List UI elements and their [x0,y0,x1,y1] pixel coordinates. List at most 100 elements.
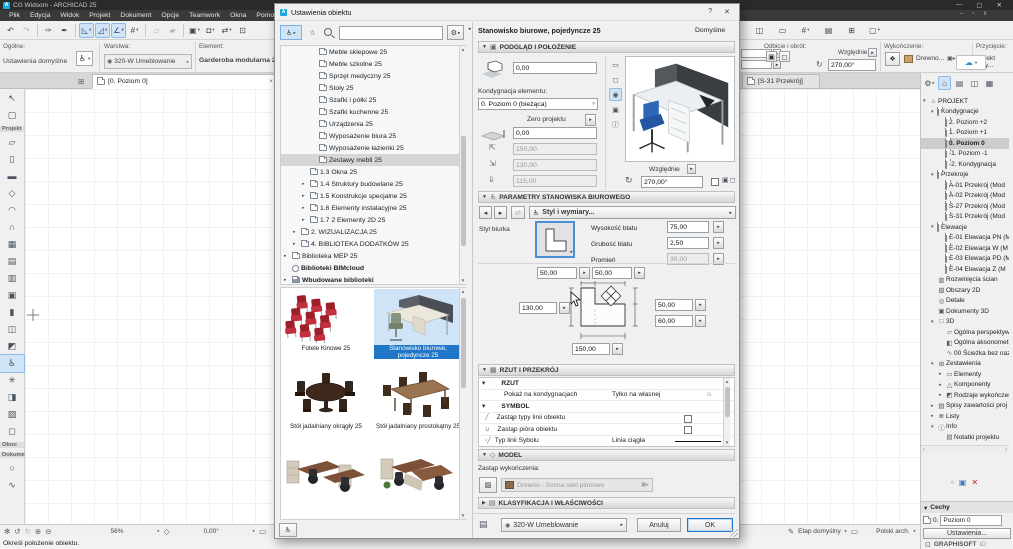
equipment-tool-icon[interactable]: ◨ [0,389,24,406]
railing-tool-icon[interactable]: ▥ [0,270,24,287]
library-tree-item[interactable]: 1.6 Elementy instalacyjne 25 [281,202,465,214]
thumbnail-rect-table[interactable]: Stół jadalniany prostokątny 25 [374,367,462,444]
thumbnail-workstation-quad[interactable] [374,445,462,520]
redo-zoom-icon[interactable]: ↻ [25,527,31,536]
story-field[interactable]: Poziom 0 [940,515,1002,526]
navigator-tree-item[interactable]: E-03 Elewacja PD (M [921,254,1009,265]
default-settings-button[interactable]: ♿ [76,51,93,66]
toolbar-icon[interactable] [75,24,76,37]
navigator-tree-item[interactable]: A-02 Przekrój (Mod [921,191,1009,202]
browse-mode-button[interactable]: ♿▸ [280,25,302,40]
doc-restore-icon[interactable]: ▫ [972,11,974,17]
search-input[interactable] [339,26,443,40]
scroll-up-icon[interactable]: ▲ [460,46,466,53]
expand-icon[interactable] [302,205,308,211]
settings-button[interactable]: Ustawienia... [923,528,1011,539]
preview-3d-icon[interactable]: ◉ [609,88,622,101]
finish-menu-icon[interactable]: ▣▸ [947,55,956,62]
maximize-icon[interactable]: ▢ [976,1,982,9]
curtain-wall-tool-icon[interactable]: ▣ [0,287,24,304]
thumbnail-workstation-double[interactable] [282,445,370,520]
preview-plan-icon[interactable]: ▭ [609,58,622,71]
paint-roller-icon[interactable]: ▨ [479,477,497,493]
navigator-tree-item[interactable]: S-31 Przekrój (Mod [921,212,1009,223]
mirror-icon[interactable]: ▣ [722,176,729,184]
section-preview-position[interactable]: ▼ ▣ PODGLĄD I POŁOŻENIE [478,41,735,53]
table-scrollbar[interactable]: ▲ ▼ [723,378,730,446]
setting-row[interactable]: ▫╱ Typ linii Sybolu Linia ciągła [479,436,734,448]
preset-page-selector[interactable]: ♿ Styl i wymiary... ▸ [529,206,736,219]
cancel-button[interactable]: Anuluj [637,518,681,532]
menu-item[interactable]: Okna [225,12,251,19]
setting-row[interactable]: ∪ Zastąp pióra obiektu [479,424,734,436]
skylight-tool-icon[interactable]: ◩ [0,338,24,355]
navigator-tree-item[interactable]: ◎ Detale [921,296,1009,307]
thumbnail-office-workstation[interactable]: Stanowisko biurowe, pojedyncze 25 [374,289,462,366]
navigator-tree-item[interactable]: Elewacje [921,222,1009,233]
orientation-value[interactable]: 0,00° [204,528,219,535]
navigator-tree-item[interactable]: A-01 Przekrój (Mod [921,180,1009,191]
rotation-field[interactable]: 270,00° [828,59,876,71]
close-icon[interactable]: ✕ [997,1,1002,9]
ok-button[interactable]: OK [687,518,733,532]
layouts-icon[interactable]: ▤ [821,23,836,38]
expand-icon[interactable] [293,229,299,235]
library-tree-item[interactable]: Meble sklepowe 25 [281,46,465,58]
ghost-story-icon[interactable]: ▱ [149,23,164,38]
group-icon[interactable]: ▣ [187,23,202,38]
prev-page-button[interactable]: ◂ [479,206,492,219]
shell-tool-icon[interactable]: ∩ [0,219,24,236]
dim-bottom-field[interactable]: 150,00 [572,343,610,355]
toolbar-icon[interactable] [183,24,184,37]
stair-tool-icon[interactable]: ▤ [0,253,24,270]
navigator-tree-item[interactable]: ⌂ PROJEKT [921,96,1009,107]
single-view-icon[interactable]: ▭ [775,23,790,38]
navigator-tree-item[interactable]: ▣ Dokumenty 3D [921,306,1009,317]
section-parameters[interactable]: ▼ ♿ PARAMETRY STANOWISKA BIUROWEGO [478,191,735,203]
teamwork-cloud-button[interactable]: ☁ ▾ [956,55,986,70]
navigator-tree-item[interactable]: E-02 Elewacja W (M [921,243,1009,254]
tree-scrollbar[interactable]: ▲ ▼ [459,46,466,284]
grid-snap-icon[interactable]: # [127,23,142,38]
navigator-tree-item[interactable]: ⓘ Info [921,422,1009,433]
scroll-up-icon[interactable]: ▲ [724,378,730,385]
zoom-in-icon[interactable]: ⊕ [35,527,41,536]
orientation-menu-icon[interactable]: ▸ [253,528,255,534]
expand-icon[interactable] [302,193,308,199]
rotation-field[interactable]: 270,00° [641,176,703,188]
navigator-tree-item[interactable]: △ Komponenty [921,380,1009,391]
next-page-button[interactable]: ▸ [494,206,507,219]
datum-arrow[interactable] [585,114,596,126]
navigator-tree-item[interactable]: 2. Poziom +2 [921,117,1009,128]
toolbar-icon[interactable] [37,24,38,37]
thumbs-scrollbar[interactable]: ▲ ▼ [459,288,466,519]
dim-arrow[interactable] [695,315,706,327]
zoom-value[interactable]: 56% [110,528,123,535]
layer-combo[interactable]: ◉ 320-W Umeblowanie ▸ [104,54,192,69]
menu-item[interactable]: Dokument [115,12,156,19]
layout-book-icon[interactable]: ◫ [968,76,981,90]
window-tool-icon[interactable]: ◫ [0,321,24,338]
navigator-tree-item[interactable]: S-27 Przekrój (Mod [921,201,1009,212]
inject-parameters-icon[interactable]: ✒ [57,23,72,38]
dim-left-field[interactable]: 130,00 [519,302,557,314]
best-view-icon[interactable]: ✻ [4,527,10,536]
load-library-part-button[interactable]: ♿ [279,523,297,537]
scroll-up-icon[interactable]: ▲ [460,288,466,295]
expand-icon[interactable] [302,181,308,187]
fit-icon[interactable]: ◇ [164,527,170,536]
expand-icon[interactable] [284,277,290,283]
favorites-star-icon[interactable]: ☆ [305,25,320,40]
render-settings-icon[interactable]: ▢ [867,23,882,38]
library-tree-item[interactable]: Stoły 25 [281,82,465,94]
group-row[interactable]: SYMBOL [479,401,734,413]
section-classification[interactable]: ▶ ▤ KLASYFIKACJA I WŁAŚCIWOŚCI [478,497,735,509]
style-menu-icon[interactable]: ▸ [570,249,573,255]
section-plan-section[interactable]: ▼ ▦ RZUT I PRZEKRÓJ [478,364,735,376]
preview-elevation-icon[interactable]: ◻ [609,73,622,86]
dim-top-left-field[interactable]: 50,00 [537,267,577,279]
slab-tool-icon[interactable]: ◇ [0,185,24,202]
menu-item[interactable]: Widok [55,12,84,19]
select-tool-icon[interactable]: ↖ [0,90,24,107]
navigator-tree-item[interactable]: ▤ Spisy zawartości proj [921,401,1009,412]
